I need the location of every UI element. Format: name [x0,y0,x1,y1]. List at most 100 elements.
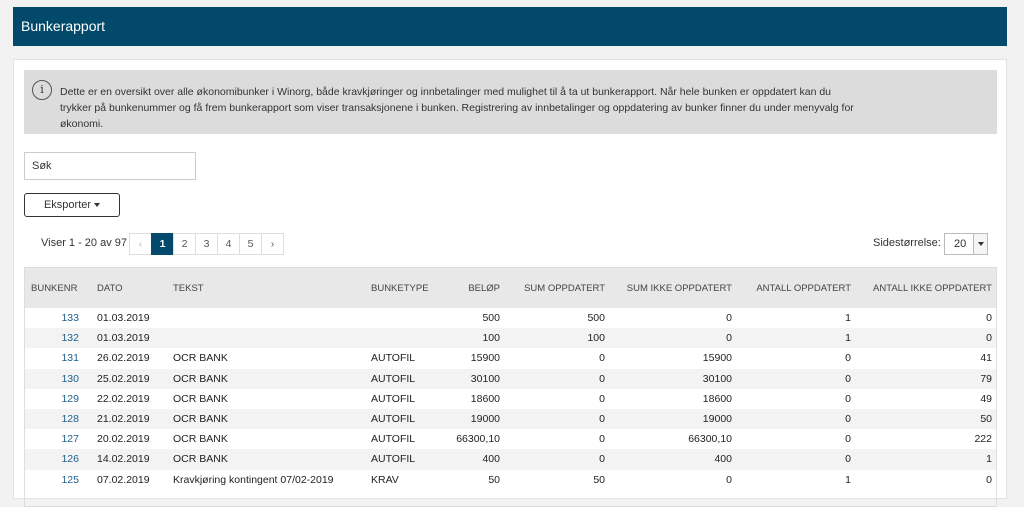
cell-sum-oppdatert: 0 [506,368,611,389]
cell-bunketype [365,328,443,349]
cell-sum-ikke-oppdatert: 19000 [611,408,738,430]
column-header-antall-ikke-oppdatert[interactable]: ANTALL IKKE OPPDATERT [857,268,996,308]
info-box: i Dette er en oversikt over alle økonomi… [24,70,997,134]
cell-antall-oppdatert: 0 [845,392,851,405]
column-header-dato[interactable]: DATO [91,268,167,308]
cell-belop: 15900 [470,352,500,365]
page-button-3[interactable]: 3 [195,233,218,255]
column-header-belop[interactable]: BELØP [443,268,506,308]
page-button-5[interactable]: 5 [239,233,262,255]
cell-dato: 01.03.2019 [97,312,150,325]
page-button-2[interactable]: 2 [173,233,196,255]
main-panel: i Dette er en oversikt over alle økonomi… [13,59,1007,507]
cell-bunketype: AUTOFIL [371,352,416,365]
cell-dato: 22.02.2019 [97,392,150,405]
cell-antall-oppdatert: 1 [845,473,851,486]
cell-bunketype: AUTOFIL [365,408,443,430]
cell-tekst: OCR BANK [173,433,228,446]
page-title: Bunkerapport [21,18,106,34]
cell-dato: 20.02.2019 [97,433,150,446]
page-button-1[interactable]: 1 [151,233,174,255]
cell-dato: 25.02.2019 [91,368,167,389]
page-size-select[interactable]: 20 [944,233,988,255]
table-row: 128 21.02.2019 OCR BANK AUTOFIL 19000 0 … [25,408,996,430]
cell-tekst: OCR BANK [167,408,365,430]
table-row: 132 01.03.2019 100 100 0 1 0 [25,328,996,349]
bunkenr-link[interactable]: 126 [25,449,91,470]
cell-antall-oppdatert: 1 [845,312,851,325]
bunkenr-link[interactable]: 131 [25,348,91,368]
pagination-summary: Viser 1 - 20 av 97 [41,237,128,249]
column-header-bunketype[interactable]: BUNKETYPE [365,268,443,308]
column-header-bunkenr[interactable]: BUNKENR [25,268,91,308]
chevron-down-icon[interactable] [973,234,987,254]
bunkenr-link[interactable]: 129 [25,389,91,409]
bunkenr-link[interactable]: 132 [25,328,91,349]
cell-bunketype: AUTOFIL [371,392,416,405]
bunkenr-link[interactable]: 125 [25,470,91,490]
cell-antall-ikke-oppdatert: 222 [974,433,992,446]
cell-sum-ikke-oppdatert: 66300,10 [688,433,732,446]
cell-sum-oppdatert: 500 [587,312,605,325]
cell-sum-oppdatert: 0 [599,392,605,405]
cell-sum-ikke-oppdatert: 18600 [702,392,732,405]
column-header-tekst[interactable]: TEKST [167,268,365,308]
cell-sum-ikke-oppdatert: 30100 [611,368,738,389]
table-header-row: BUNKENR DATO TEKST BUNKETYPE BELØP SUM O… [25,268,996,308]
info-icon: i [32,80,52,100]
cell-sum-oppdatert: 0 [506,449,611,470]
search-input[interactable]: Søk [24,152,196,180]
page-header: Bunkerapport [13,7,1007,46]
cell-tekst: OCR BANK [167,449,365,470]
page-button-4[interactable]: 4 [217,233,240,255]
cell-antall-ikke-oppdatert: 50 [857,408,996,430]
cell-tekst [167,308,365,328]
cell-bunketype: KRAV [371,473,399,486]
column-header-sum-ikke-oppdatert[interactable]: SUM IKKE OPPDATERT [611,268,738,308]
cell-sum-oppdatert: 0 [599,352,605,365]
cell-antall-oppdatert: 0 [738,408,857,430]
cell-dato: 07.02.2019 [97,473,150,486]
bunkenr-link[interactable]: 130 [25,368,91,389]
table-row: 126 14.02.2019 OCR BANK AUTOFIL 400 0 40… [25,449,996,470]
info-text: Dette er en oversikt over alle økonomibu… [60,86,854,130]
column-header-sum-oppdatert[interactable]: SUM OPPDATERT [506,268,611,308]
cell-bunketype: AUTOFIL [371,433,416,446]
cell-antall-oppdatert: 0 [845,433,851,446]
export-button[interactable]: Eksporter [24,193,120,217]
cell-tekst: OCR BANK [173,352,228,365]
cell-tekst: OCR BANK [167,368,365,389]
prev-page-button[interactable]: ‹ [129,233,152,255]
cell-antall-ikke-oppdatert: 79 [857,368,996,389]
bunkenr-link[interactable]: 127 [25,429,91,449]
export-button-label: Eksporter [43,199,92,211]
cell-dato: 21.02.2019 [91,408,167,430]
page-size-label: Sidestørrelse: [873,237,941,249]
cell-belop: 50 [488,473,500,486]
table-row: 127 20.02.2019 OCR BANK AUTOFIL 66300,10… [25,429,996,449]
cell-antall-oppdatert: 0 [738,449,857,470]
table-row: 130 25.02.2019 OCR BANK AUTOFIL 30100 0 … [25,368,996,389]
bunker-table: BUNKENR DATO TEKST BUNKETYPE BELØP SUM O… [24,267,997,507]
bunkenr-link[interactable]: 133 [25,308,91,328]
cell-sum-ikke-oppdatert: 0 [611,328,738,349]
cell-belop: 66300,10 [456,433,500,446]
cell-sum-ikke-oppdatert: 400 [611,449,738,470]
cell-belop: 400 [443,449,506,470]
cell-sum-oppdatert: 0 [506,408,611,430]
cell-tekst: Kravkjøring kontingent 07/02-2019 [173,473,334,486]
cell-belop: 100 [443,328,506,349]
next-page-button[interactable]: › [261,233,284,255]
cell-antall-ikke-oppdatert: 0 [857,328,996,349]
column-header-antall-oppdatert[interactable]: ANTALL OPPDATERT [738,268,857,308]
cell-antall-ikke-oppdatert: 49 [980,392,992,405]
cell-bunketype [365,308,443,328]
cell-dato: 01.03.2019 [91,328,167,349]
table-row: 133 01.03.2019 500 500 0 1 0 [25,308,996,328]
cell-antall-oppdatert: 0 [845,352,851,365]
cell-sum-oppdatert: 50 [593,473,605,486]
pagination: ‹ 1 2 3 4 5 › [129,233,284,255]
bunkenr-link[interactable]: 128 [25,408,91,430]
table-row: 125 07.02.2019 Kravkjøring kontingent 07… [25,470,996,490]
cell-antall-ikke-oppdatert: 41 [980,352,992,365]
